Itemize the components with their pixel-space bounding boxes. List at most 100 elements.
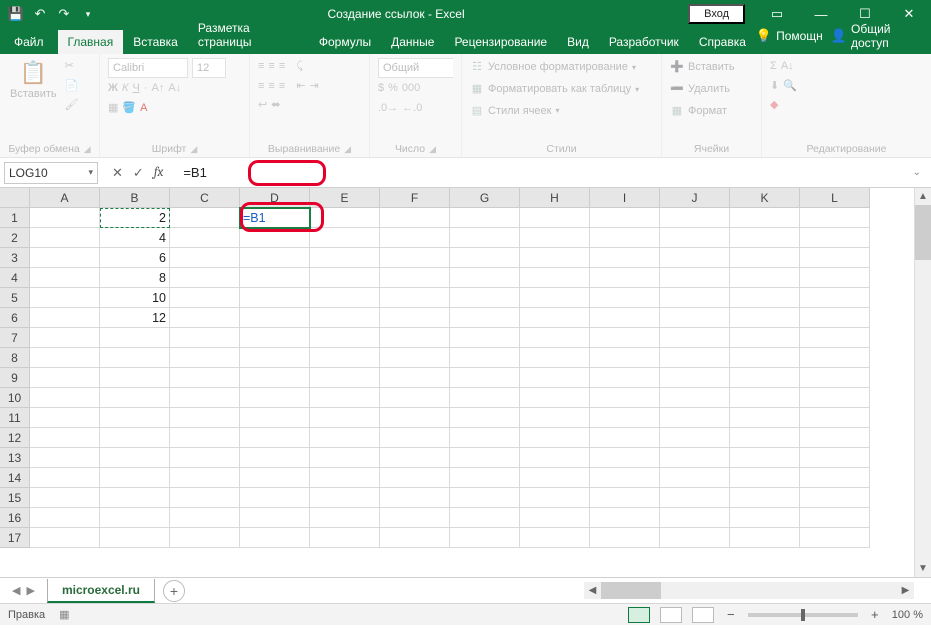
align-right-icon[interactable]: ≡ — [279, 78, 285, 96]
row-header-1[interactable]: 1 — [0, 208, 30, 228]
cell-K4[interactable] — [730, 268, 800, 288]
fx-icon[interactable]: fx — [154, 165, 164, 180]
view-page-layout-button[interactable] — [660, 607, 682, 623]
cell-K6[interactable] — [730, 308, 800, 328]
cell-A14[interactable] — [30, 468, 100, 488]
column-header-G[interactable]: G — [450, 188, 520, 208]
cell-I6[interactable] — [590, 308, 660, 328]
font-name-select[interactable] — [108, 58, 188, 78]
cell-K13[interactable] — [730, 448, 800, 468]
cell-G12[interactable] — [450, 428, 520, 448]
row-header-12[interactable]: 12 — [0, 428, 30, 448]
cell-L6[interactable] — [800, 308, 870, 328]
cell-J1[interactable] — [660, 208, 730, 228]
cell-E10[interactable] — [310, 388, 380, 408]
cell-L16[interactable] — [800, 508, 870, 528]
cell-B3[interactable]: 6 — [100, 248, 170, 268]
find-icon[interactable]: 🔍 — [783, 78, 797, 96]
expand-formula-icon[interactable]: ⌄ — [913, 167, 925, 178]
column-header-L[interactable]: L — [800, 188, 870, 208]
tab-page-layout[interactable]: Разметка страницы — [188, 16, 309, 54]
worksheet-grid[interactable]: ABCDEFGHIJKL 1234567891011121314151617 2… — [0, 188, 931, 577]
cell-A16[interactable] — [30, 508, 100, 528]
cell-D10[interactable] — [240, 388, 310, 408]
font-launcher-icon[interactable]: ◢ — [190, 144, 197, 155]
cell-B11[interactable] — [100, 408, 170, 428]
cell-K17[interactable] — [730, 528, 800, 548]
cut-icon[interactable]: ✂ — [65, 58, 79, 76]
cell-H6[interactable] — [520, 308, 590, 328]
cells-area[interactable]: 2=B14681012 — [30, 208, 870, 548]
cell-C6[interactable] — [170, 308, 240, 328]
cell-D5[interactable] — [240, 288, 310, 308]
cell-I1[interactable] — [590, 208, 660, 228]
cell-L4[interactable] — [800, 268, 870, 288]
cell-C2[interactable] — [170, 228, 240, 248]
cell-B8[interactable] — [100, 348, 170, 368]
cell-F6[interactable] — [380, 308, 450, 328]
format-painter-icon[interactable]: 🖌 — [65, 97, 79, 115]
cell-J9[interactable] — [660, 368, 730, 388]
enter-icon[interactable]: ✓ — [133, 165, 144, 181]
cell-K11[interactable] — [730, 408, 800, 428]
align-middle-icon[interactable]: ≡ — [268, 58, 274, 76]
cell-D11[interactable] — [240, 408, 310, 428]
cell-A7[interactable] — [30, 328, 100, 348]
wrap-text-icon[interactable]: ↩ — [258, 97, 267, 115]
cell-B4[interactable]: 8 — [100, 268, 170, 288]
cell-I5[interactable] — [590, 288, 660, 308]
cell-K5[interactable] — [730, 288, 800, 308]
horizontal-scrollbar[interactable]: ◀ ▶ — [584, 582, 914, 599]
cell-L9[interactable] — [800, 368, 870, 388]
format-as-table-button[interactable]: ▦Форматировать как таблицу▾ — [470, 80, 639, 100]
tab-home[interactable]: Главная — [58, 30, 124, 54]
cell-I13[interactable] — [590, 448, 660, 468]
column-header-H[interactable]: H — [520, 188, 590, 208]
cell-D12[interactable] — [240, 428, 310, 448]
cell-styles-button[interactable]: ▤Стили ячеек▾ — [470, 102, 560, 122]
cell-A5[interactable] — [30, 288, 100, 308]
name-box-dropdown-icon[interactable]: ▾ — [88, 167, 93, 178]
cell-J3[interactable] — [660, 248, 730, 268]
number-format-select[interactable] — [378, 58, 453, 78]
cell-E11[interactable] — [310, 408, 380, 428]
cell-B17[interactable] — [100, 528, 170, 548]
cell-D3[interactable] — [240, 248, 310, 268]
cell-L3[interactable] — [800, 248, 870, 268]
row-header-13[interactable]: 13 — [0, 448, 30, 468]
tab-view[interactable]: Вид — [557, 30, 599, 54]
column-header-I[interactable]: I — [590, 188, 660, 208]
cell-F7[interactable] — [380, 328, 450, 348]
redo-icon[interactable]: ↷ — [56, 6, 72, 22]
cell-E16[interactable] — [310, 508, 380, 528]
border-icon[interactable]: ▦ — [108, 100, 118, 118]
cell-K9[interactable] — [730, 368, 800, 388]
cell-A12[interactable] — [30, 428, 100, 448]
cell-I4[interactable] — [590, 268, 660, 288]
save-icon[interactable]: 💾 — [8, 6, 24, 22]
indent-inc-icon[interactable]: ⇥ — [310, 78, 319, 96]
cell-C7[interactable] — [170, 328, 240, 348]
cell-E6[interactable] — [310, 308, 380, 328]
autosum-icon[interactable]: Σ — [770, 58, 777, 76]
row-header-2[interactable]: 2 — [0, 228, 30, 248]
number-launcher-icon[interactable]: ◢ — [429, 144, 436, 155]
cell-I14[interactable] — [590, 468, 660, 488]
decrease-decimal-icon[interactable]: ←.0 — [402, 100, 422, 118]
cell-A15[interactable] — [30, 488, 100, 508]
cell-D9[interactable] — [240, 368, 310, 388]
zoom-in-button[interactable]: + — [868, 607, 882, 622]
cell-D14[interactable] — [240, 468, 310, 488]
cell-H17[interactable] — [520, 528, 590, 548]
tab-developer[interactable]: Разработчик — [599, 30, 689, 54]
cell-H7[interactable] — [520, 328, 590, 348]
cell-G5[interactable] — [450, 288, 520, 308]
cell-C17[interactable] — [170, 528, 240, 548]
cell-E14[interactable] — [310, 468, 380, 488]
cell-H12[interactable] — [520, 428, 590, 448]
cell-A8[interactable] — [30, 348, 100, 368]
cell-A4[interactable] — [30, 268, 100, 288]
cell-H13[interactable] — [520, 448, 590, 468]
column-header-C[interactable]: C — [170, 188, 240, 208]
cell-D16[interactable] — [240, 508, 310, 528]
